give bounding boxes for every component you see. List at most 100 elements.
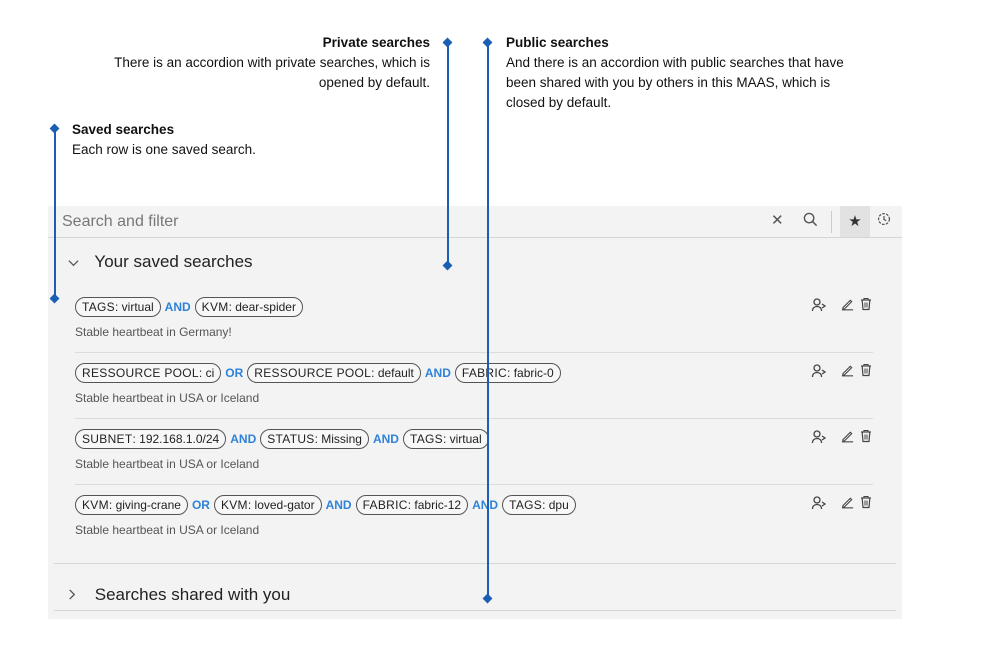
share-icon[interactable] [811,297,827,318]
pencil-icon[interactable] [841,495,854,514]
filter-chip-value: virtual [449,432,482,446]
filter-chip-value: dear-spider [235,300,296,314]
filter-chip-value: giving-crane [115,498,181,512]
filter-chips: TAGS: virtual AND KVM: dear-spider [75,297,303,319]
close-icon[interactable]: ✕ [771,212,784,230]
divider [54,610,896,611]
filter-chip-key: FABRIC [461,366,508,380]
annotation-text: There is an accordion with private searc… [114,55,430,90]
chevron-down-icon [68,255,90,270]
filter-chip-value: Missing [321,432,362,446]
filter-chip-separator: : [247,498,255,512]
logic-operator: AND [230,432,257,446]
logic-operator: OR [191,498,210,512]
annotation-title: Saved searches [72,122,175,137]
pencil-icon[interactable] [841,297,854,316]
row-divider [75,484,873,485]
annotation-title: Public searches [506,35,609,50]
search-input[interactable] [60,210,744,234]
logic-operator: AND [372,432,399,446]
filter-chip-key: KVM [220,498,248,512]
saved-search-description: Stable heartbeat in USA or Iceland [75,523,260,537]
annotation-line-public [487,43,489,599]
filter-chip-key: TAGS [509,498,543,512]
filter-chips: SUBNET: 192.168.1.0/24 AND STATUS: Missing… [75,429,489,451]
filter-chip[interactable]: KVM: loved-gator [213,495,322,515]
filter-chip-separator: : [114,300,122,314]
annotation-line-private [447,43,449,266]
filter-chip[interactable]: RESSOURCE POOL: ci [75,363,222,383]
filter-chip[interactable]: TAGS: virtual [402,429,489,449]
logic-operator: AND [424,366,451,380]
filter-chip-key: STATUS [267,432,315,446]
filter-chip[interactable]: TAGS: virtual [75,297,161,317]
filter-chip[interactable]: FABRIC: fabric-0 [454,363,561,383]
share-icon[interactable] [811,429,827,450]
share-icon[interactable] [811,495,827,516]
filter-chip-separator: : [507,366,514,380]
accordion-label: Your saved searches [94,252,253,271]
filter-chip-value: dpu [548,498,569,512]
filter-chip-value: 192.168.1.0/24 [139,432,220,446]
saved-search-description: Stable heartbeat in Germany! [75,325,232,339]
accordion-your-saved-searches[interactable]: Your saved searches [68,252,253,272]
trash-icon[interactable] [860,297,872,316]
saved-search-description: Stable heartbeat in USA or Iceland [75,457,260,471]
annotation-saved-searches: Saved searches Each row is one saved sea… [72,120,372,160]
filter-chip[interactable]: TAGS: dpu [502,495,576,515]
saved-search-description: Stable heartbeat in USA or Iceland [75,391,260,405]
row-actions [811,429,873,449]
accordion-searches-shared-with-you[interactable]: Searches shared with you [68,585,290,605]
filter-chip-key: RESSOURCE POOL [254,366,372,380]
filter-chip-key: TAGS [409,432,443,446]
filter-chip[interactable]: SUBNET: 192.168.1.0/24 [75,429,227,449]
filter-chip-key: KVM [82,498,109,512]
filter-chip-separator: : [371,366,378,380]
filter-chip-separator: : [442,432,450,446]
pencil-icon[interactable] [841,363,854,382]
row-divider [75,418,873,419]
filter-chip-separator: : [198,366,206,380]
trash-icon[interactable] [860,429,872,448]
filter-chip-separator: : [108,498,116,512]
filter-chip-value: loved-gator [254,498,315,512]
filter-chip[interactable]: RESSOURCE POOL: default [247,363,421,383]
annotation-marker [482,37,493,48]
saved-search-row[interactable]: KVM: giving-crane OR KVM: loved-gator AND FA… [75,495,873,559]
toolbar-divider [831,211,832,233]
filter-chip[interactable]: KVM: giving-crane [75,495,188,515]
annotation-marker [442,37,453,48]
search-icon[interactable] [803,212,818,232]
search-bar: ✕ ★ [48,206,902,238]
logic-operator: AND [472,498,499,512]
row-actions [811,495,873,515]
saved-searches-button[interactable]: ★ [840,206,870,237]
row-actions [811,297,873,317]
row-divider [75,352,873,353]
filter-chip-separator: : [542,498,549,512]
row-actions [811,363,873,383]
annotation-line-saved [54,129,56,299]
logic-operator: OR [225,366,244,380]
star-icon: ★ [848,213,862,230]
filter-chip-key: FABRIC [362,498,408,512]
filter-chip[interactable]: STATUS: Missing [260,429,369,449]
annotation-marker [49,123,60,134]
trash-icon[interactable] [860,363,872,382]
filter-chip-value: fabric-12 [414,498,462,512]
divider [54,563,896,564]
filter-chip-value: ci [205,366,215,380]
filter-chip-key: SUBNET [82,432,133,446]
trash-icon[interactable] [860,495,872,514]
filter-chip[interactable]: FABRIC: fabric-12 [355,495,469,515]
filter-chips: KVM: giving-crane OR KVM: loved-gator AND FA… [75,495,576,517]
share-icon[interactable] [811,363,827,384]
filter-chip-value: default [377,366,414,380]
logic-operator: AND [325,498,352,512]
clock-icon[interactable] [877,212,891,231]
chevron-right-icon [68,588,90,603]
pencil-icon[interactable] [841,429,854,448]
filter-chip-value: virtual [121,300,154,314]
annotation-text: And there is an accordion with public se… [506,55,844,110]
filter-chip[interactable]: KVM: dear-spider [194,297,303,317]
